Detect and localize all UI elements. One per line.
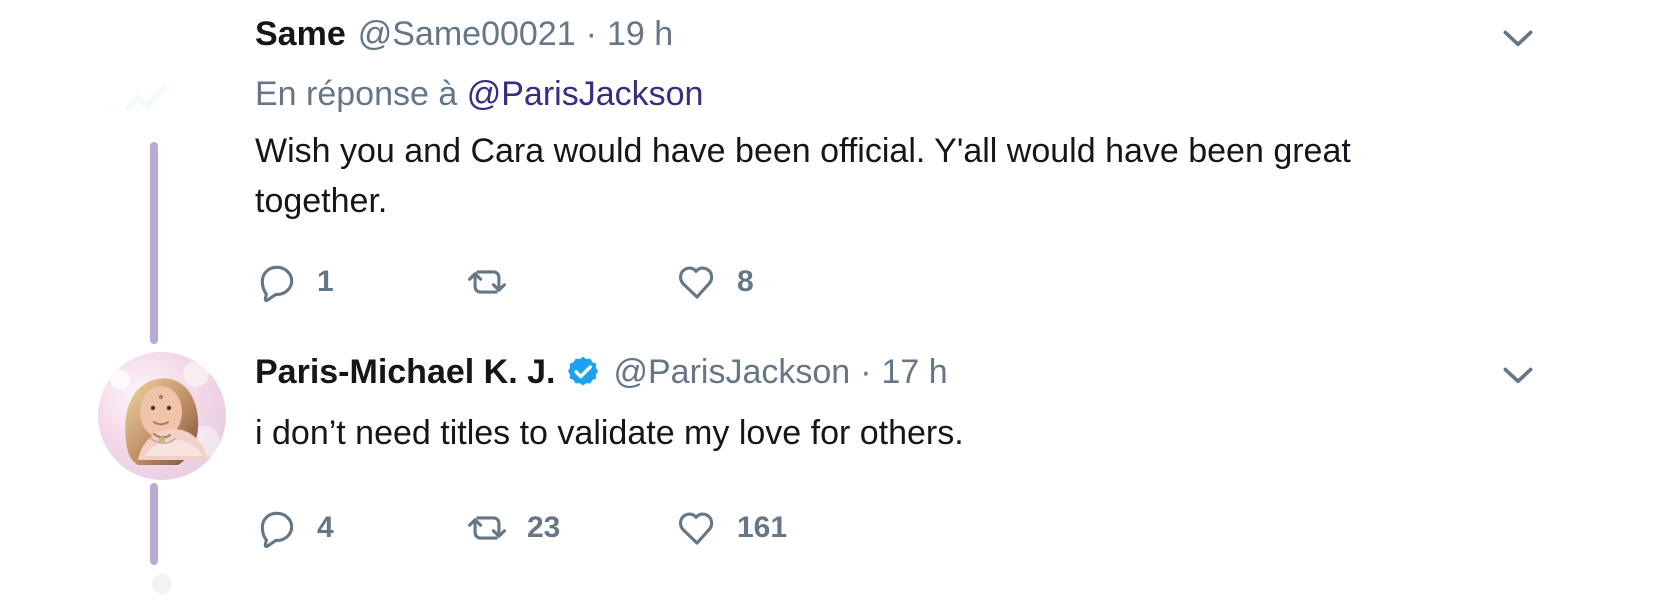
reply-count: 1: [317, 265, 334, 298]
meta-separator: ·: [585, 15, 597, 53]
heart-icon: [679, 266, 714, 299]
tweet-time[interactable]: 17 h: [882, 352, 948, 392]
like-count: 161: [737, 511, 788, 544]
tweet-actions: 4 23 161: [255, 506, 1609, 550]
like-button[interactable]: 8: [675, 260, 775, 304]
thread-connector-bottom: [150, 483, 158, 565]
tweet-paris-jackson[interactable]: Paris-Michael K. J. @ParisJackson · 17 h…: [255, 352, 1609, 550]
tweet-header: Paris-Michael K. J. @ParisJackson · 17 h: [255, 352, 1609, 392]
retweet-button[interactable]: 23: [465, 506, 565, 550]
reply-icon: [260, 265, 294, 303]
reply-button[interactable]: 4: [255, 506, 355, 550]
verified-badge-icon: [565, 354, 601, 390]
tweet-actions: 1 8: [255, 260, 1609, 304]
tweet-same[interactable]: Same @Same00021 · 19 h En réponse à @Par…: [255, 14, 1609, 304]
reply-count: 4: [317, 511, 334, 544]
display-name[interactable]: Same: [255, 14, 346, 54]
faint-avatar-icon: [110, 66, 180, 136]
thread-connector-end: [152, 574, 172, 594]
tweet-text: Wish you and Cara would have been offici…: [255, 132, 1351, 220]
display-name[interactable]: Paris-Michael K. J.: [255, 352, 555, 392]
retweet-icon: [468, 270, 506, 294]
like-count: 8: [737, 265, 754, 298]
user-handle[interactable]: @ParisJackson: [613, 352, 850, 392]
reply-button[interactable]: 1: [255, 260, 355, 304]
tweet-time[interactable]: 19 h: [607, 14, 673, 54]
heart-icon: [679, 512, 714, 545]
retweet-button[interactable]: [465, 260, 565, 304]
chevron-down-icon[interactable]: [1499, 356, 1537, 394]
reply-icon: [260, 511, 294, 549]
reply-mention-link[interactable]: @ParisJackson: [467, 75, 704, 113]
user-handle[interactable]: @Same00021: [358, 14, 576, 54]
thread-connector-top: [150, 142, 158, 344]
tweet-header: Same @Same00021 · 19 h: [255, 14, 1609, 54]
like-button[interactable]: 161: [675, 506, 787, 550]
reply-prefix: En réponse à: [255, 75, 458, 113]
retweet-icon: [468, 516, 506, 540]
meta-separator: ·: [860, 353, 872, 391]
tweet-text: i don’t need titles to validate my love …: [255, 414, 964, 452]
chevron-down-icon[interactable]: [1499, 19, 1537, 57]
reply-context: En réponse à @ParisJackson: [255, 74, 1609, 114]
avatar[interactable]: [98, 352, 226, 480]
retweet-count: 23: [527, 511, 561, 544]
